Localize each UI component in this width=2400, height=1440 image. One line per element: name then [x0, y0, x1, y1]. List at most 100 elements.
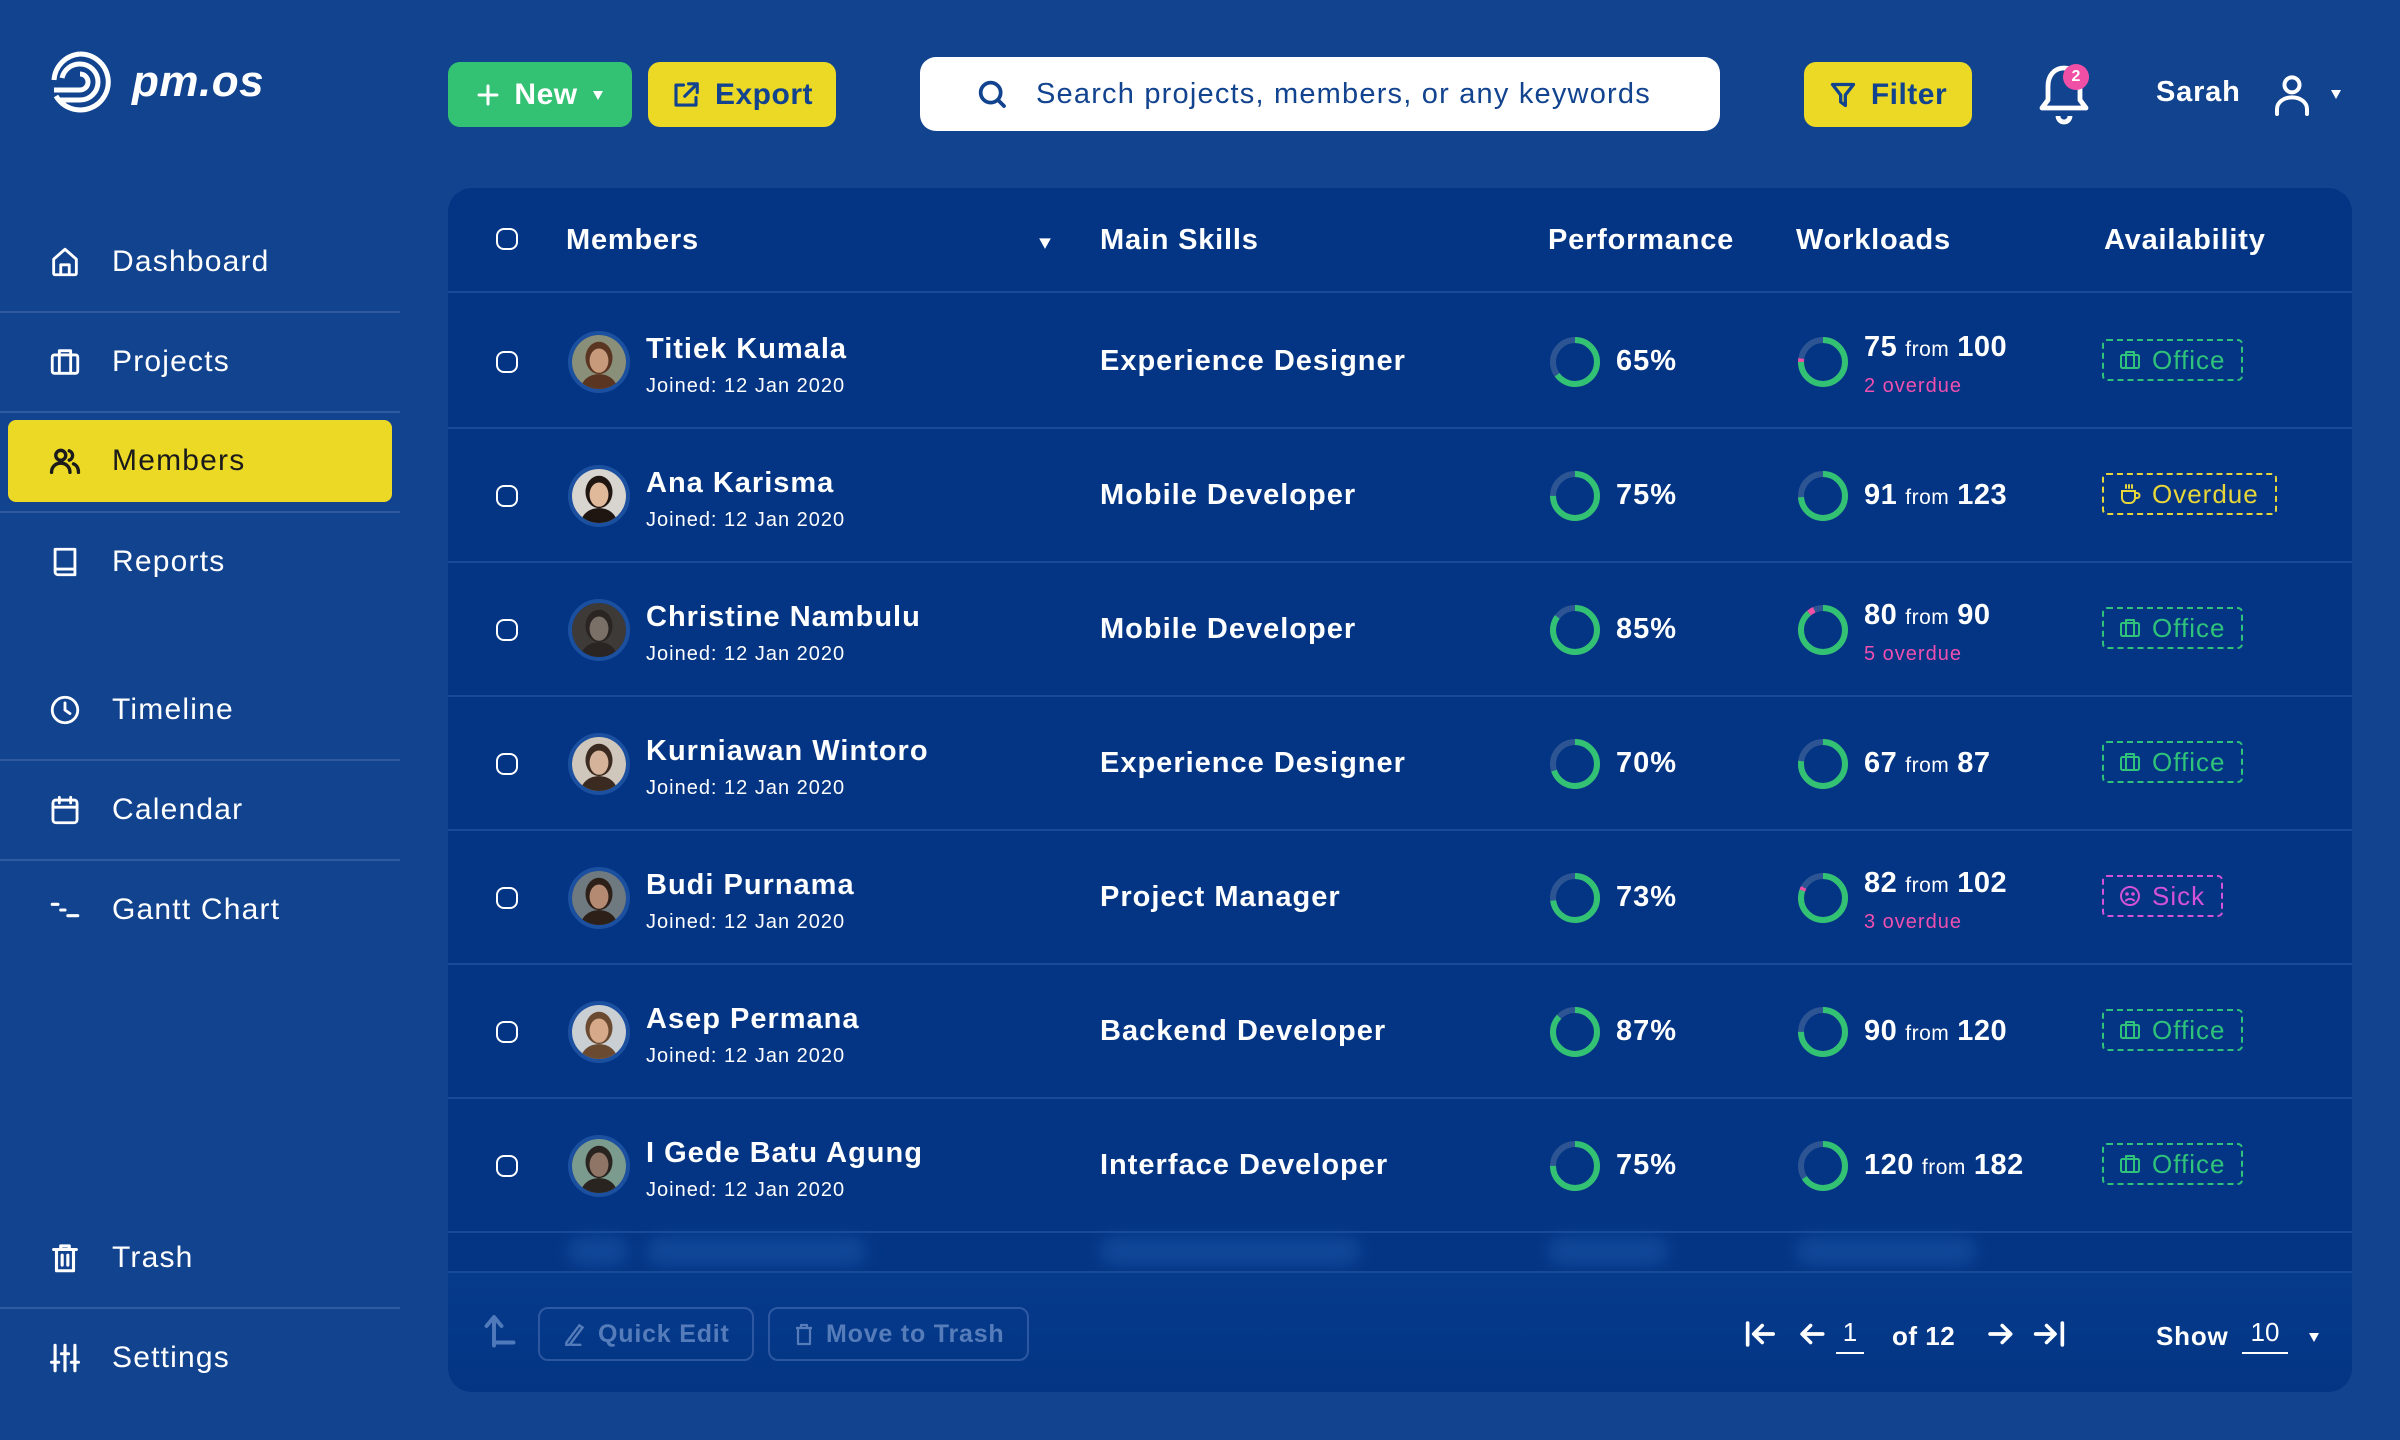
workload-done: 120	[1864, 1149, 1914, 1181]
table-row[interactable]: Kurniawan Wintoro Joined: 12 Jan 2020 Ex…	[448, 697, 2352, 831]
first-page-icon[interactable]	[1744, 1319, 1778, 1349]
row-checkbox[interactable]	[496, 753, 518, 775]
row-checkbox[interactable]	[496, 1155, 518, 1177]
availability-badge[interactable]: Office	[2102, 1009, 2244, 1051]
availability-badge[interactable]: Office	[2102, 339, 2244, 381]
avatar[interactable]	[568, 331, 630, 393]
performance-ring	[1550, 605, 1600, 655]
users-icon	[49, 448, 81, 475]
row-checkbox[interactable]	[496, 1021, 518, 1043]
table-row[interactable]: Budi Purnama Joined: 12 Jan 2020 Project…	[448, 831, 2352, 965]
search-bar[interactable]	[920, 57, 1720, 131]
select-all-checkbox[interactable]	[496, 228, 518, 250]
sidebar-item-trash[interactable]: Trash	[8, 1217, 392, 1299]
workload-from-word: from	[1905, 486, 1950, 509]
member-name[interactable]: Kurniawan Wintoro	[646, 735, 929, 768]
member-name[interactable]: Asep Permana	[646, 1003, 860, 1036]
performance-value: 73%	[1616, 881, 1678, 913]
sidebar-divider	[0, 759, 400, 761]
member-name[interactable]: Christine Nambulu	[646, 601, 921, 634]
user-name[interactable]: Sarah	[2156, 76, 2241, 109]
table-row[interactable]: Ana Karisma Joined: 12 Jan 2020 Mobile D…	[448, 429, 2352, 563]
move-to-trash-button[interactable]: Move to Trash	[768, 1307, 1029, 1361]
workload-from-word: from	[1905, 874, 1950, 897]
sidebar-item-label: Settings	[112, 1341, 230, 1374]
availability-badge[interactable]: Office	[2102, 741, 2244, 783]
table-row[interactable]: Christine Nambulu Joined: 12 Jan 2020 Mo…	[448, 563, 2352, 697]
member-joined-date: Joined: 12 Jan 2020	[646, 375, 846, 397]
sidebar-item-settings[interactable]: Settings	[8, 1317, 392, 1399]
user-avatar-icon[interactable]	[2272, 72, 2312, 116]
sort-caret-icon[interactable]	[1038, 236, 1052, 250]
sidebar-item-members[interactable]: Members	[8, 420, 392, 502]
workload-value: 80 from 90	[1864, 599, 1991, 632]
avatar[interactable]	[568, 1001, 630, 1063]
availability-badge[interactable]: Office	[2102, 607, 2244, 649]
member-name[interactable]: Budi Purnama	[646, 869, 855, 902]
bulk-action-arrow-icon[interactable]	[482, 1309, 518, 1349]
row-checkbox[interactable]	[496, 351, 518, 373]
move-to-trash-label: Move to Trash	[826, 1319, 1005, 1348]
sidebar-divider	[0, 1307, 400, 1309]
filter-icon	[1830, 82, 1855, 107]
workload-from-word: from	[1905, 606, 1950, 629]
column-header-workloads[interactable]: Workloads	[1796, 224, 1951, 257]
page-size-select[interactable]: 10	[2242, 1317, 2288, 1354]
column-header-performance[interactable]: Performance	[1548, 224, 1734, 257]
search-input[interactable]	[1036, 77, 1676, 111]
avatar-photo	[572, 737, 626, 791]
column-header-members[interactable]: Members	[566, 224, 699, 257]
row-checkbox[interactable]	[496, 485, 518, 507]
avatar[interactable]	[568, 1135, 630, 1197]
avatar-photo	[572, 335, 626, 389]
column-header-availability[interactable]: Availability	[2104, 224, 2266, 257]
next-page-icon[interactable]	[1984, 1319, 2018, 1349]
workload-from-word: from	[1905, 754, 1950, 777]
avatar-photo	[572, 1139, 626, 1193]
avatar[interactable]	[568, 599, 630, 661]
table-row[interactable]: Titiek Kumala Joined: 12 Jan 2020 Experi…	[448, 295, 2352, 429]
quick-edit-button[interactable]: Quick Edit	[538, 1307, 754, 1361]
avatar[interactable]	[568, 733, 630, 795]
availability-badge[interactable]: Office	[2102, 1143, 2244, 1185]
member-name[interactable]: I Gede Batu Agung	[646, 1137, 923, 1170]
member-name[interactable]: Ana Karisma	[646, 467, 834, 500]
row-checkbox[interactable]	[496, 619, 518, 641]
avatar[interactable]	[568, 867, 630, 929]
workload-total: 87	[1957, 747, 1991, 779]
performance-ring	[1550, 1141, 1600, 1191]
workload-done: 80	[1864, 599, 1898, 631]
sliders-icon	[49, 1343, 81, 1373]
new-button[interactable]: New	[448, 62, 632, 127]
sidebar-item-label: Gantt Chart	[112, 893, 281, 926]
filter-button[interactable]: Filter	[1804, 62, 1972, 127]
member-main-skill: Experience Designer	[1100, 345, 1406, 377]
workload-value: 90 from 120	[1864, 1015, 2007, 1048]
member-name[interactable]: Titiek Kumala	[646, 333, 847, 366]
last-page-icon[interactable]	[2032, 1319, 2066, 1349]
user-menu-caret-icon[interactable]	[2330, 88, 2342, 100]
workload-total: 102	[1957, 867, 2008, 899]
availability-badge[interactable]: Overdue	[2102, 473, 2277, 515]
sidebar-item-calendar[interactable]: Calendar	[8, 769, 392, 851]
page-size-caret-icon[interactable]	[2308, 1331, 2320, 1343]
availability-badge[interactable]: Sick	[2102, 875, 2224, 917]
sidebar-item-dashboard[interactable]: Dashboard	[8, 221, 392, 303]
avatar[interactable]	[568, 465, 630, 527]
sidebar-item-gantt-chart[interactable]: Gantt Chart	[8, 869, 392, 951]
row-checkbox[interactable]	[496, 887, 518, 909]
previous-page-icon[interactable]	[1796, 1319, 1830, 1349]
table-row[interactable]: Asep Permana Joined: 12 Jan 2020 Backend…	[448, 965, 2352, 1099]
current-page-input[interactable]	[1836, 1317, 1864, 1354]
sidebar-item-label: Timeline	[112, 693, 234, 726]
column-header-main-skills[interactable]: Main Skills	[1100, 224, 1259, 257]
sidebar-item-timeline[interactable]: Timeline	[8, 669, 392, 751]
availability-label: Office	[2152, 1148, 2226, 1179]
performance-ring	[1550, 1007, 1600, 1057]
table-row[interactable]: I Gede Batu Agung Joined: 12 Jan 2020 In…	[448, 1099, 2352, 1233]
sidebar-item-reports[interactable]: Reports	[8, 521, 392, 603]
workload-value: 82 from 102	[1864, 867, 2007, 900]
workload-from-word: from	[1905, 338, 1950, 361]
export-button[interactable]: Export	[648, 62, 836, 127]
sidebar-item-projects[interactable]: Projects	[8, 321, 392, 403]
